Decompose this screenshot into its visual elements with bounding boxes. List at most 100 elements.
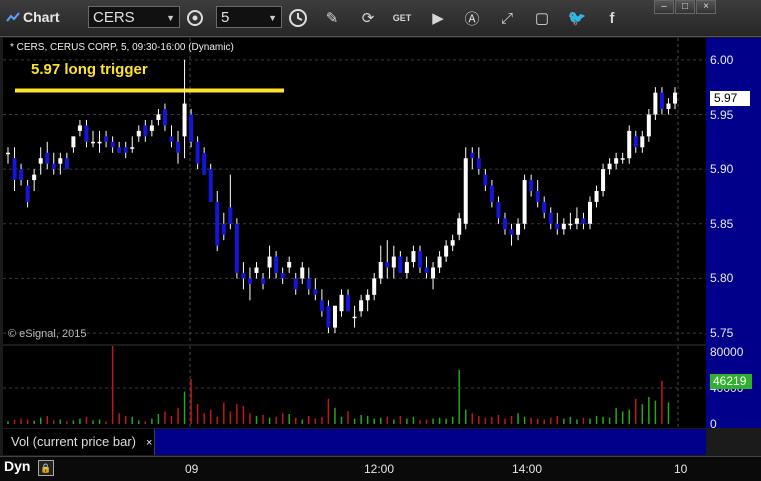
candle-body xyxy=(444,245,449,257)
dynamic-mode-label[interactable]: Dyn xyxy=(4,458,30,474)
candle-body xyxy=(25,185,30,202)
candle-body xyxy=(646,114,651,137)
interval-input[interactable]: 5 ▼ xyxy=(216,6,282,28)
candle-body xyxy=(365,294,370,301)
candle-body xyxy=(404,262,409,273)
candle-body xyxy=(457,218,462,235)
candle-body xyxy=(509,229,514,235)
clock-icon[interactable] xyxy=(286,6,310,30)
candle-body xyxy=(620,158,625,160)
candle-body xyxy=(555,223,560,230)
time-label: 14:00 xyxy=(512,462,543,476)
volume-pane[interactable] xyxy=(3,346,706,428)
play-icon[interactable]: ▶ xyxy=(426,6,450,30)
price-tick-label: 5.80 xyxy=(710,271,734,286)
get-icon[interactable]: GET xyxy=(390,6,414,30)
candle-body xyxy=(293,278,298,290)
candle-body xyxy=(215,201,220,246)
candle-body xyxy=(274,256,279,273)
candle-body xyxy=(627,130,632,159)
interval-value: 5 xyxy=(221,9,230,26)
symbol-input[interactable]: CERS ▼ xyxy=(88,6,180,28)
candle-body xyxy=(437,256,442,268)
candle-body xyxy=(640,136,645,148)
candle-body xyxy=(535,191,540,202)
candle-body xyxy=(6,152,10,155)
candle-body xyxy=(91,141,96,144)
refresh-icon[interactable]: ⟳ xyxy=(356,6,380,30)
copyright-text: © eSignal, 2015 xyxy=(8,328,87,340)
candle-body xyxy=(97,141,102,144)
facebook-icon[interactable]: f xyxy=(600,6,624,30)
twitter-icon[interactable]: 🐦 xyxy=(565,6,589,30)
candle-body xyxy=(77,125,82,131)
cursor-icon[interactable]: ⤢ xyxy=(495,6,519,30)
volume-tick-label: 80000 xyxy=(710,345,744,359)
price-chart[interactable]: * CERS, CERUS CORP, 5, 09:30-16:00 (Dyna… xyxy=(3,38,706,344)
candle-body xyxy=(417,251,422,268)
candle-body xyxy=(241,272,246,279)
candle-body xyxy=(424,267,429,273)
chart-header: * CERS, CERUS CORP, 5, 09:30-16:00 (Dyna… xyxy=(10,42,234,53)
candle-body xyxy=(104,136,109,142)
candle-body xyxy=(529,180,534,191)
candle-body xyxy=(489,185,494,202)
candle-body xyxy=(228,207,233,224)
volume-study-text: Vol (current price bar) xyxy=(11,434,136,449)
candle-body xyxy=(32,174,37,181)
gear-icon[interactable] xyxy=(183,6,207,30)
candle-body xyxy=(411,251,416,263)
time-axis[interactable]: Dyn 🔒 09 12:00 14:00 10 xyxy=(0,456,761,481)
candle-body xyxy=(182,103,187,137)
candle-body xyxy=(659,92,664,110)
candle-body xyxy=(339,294,344,312)
candle-body xyxy=(202,152,207,175)
candle-body xyxy=(601,169,606,191)
candle-body xyxy=(607,163,612,170)
candle-body xyxy=(110,141,115,148)
candle-body xyxy=(483,174,488,186)
pencil-icon[interactable]: ✎ xyxy=(320,6,344,30)
close-icon[interactable]: × xyxy=(146,430,152,456)
candle-body xyxy=(326,305,331,328)
candle-body xyxy=(476,158,481,170)
candle-body xyxy=(71,136,76,148)
candle-body xyxy=(313,289,318,295)
candle-body xyxy=(130,147,135,149)
symbol-value: CERS xyxy=(93,9,135,26)
chevron-down-icon[interactable]: ▼ xyxy=(268,7,277,29)
candle-body xyxy=(261,278,266,284)
window-title-text: Chart xyxy=(23,9,60,25)
price-tick-label: 5.95 xyxy=(710,107,734,122)
chat-icon[interactable]: ▢ xyxy=(530,6,554,30)
minimize-button[interactable]: – xyxy=(654,0,674,14)
a-icon[interactable]: Ⓐ xyxy=(460,6,484,30)
window-title: Chart xyxy=(6,9,60,25)
current-price-tag: 5.97 xyxy=(710,91,750,106)
candle-body xyxy=(385,262,390,268)
candle-body xyxy=(633,136,638,148)
candle-body xyxy=(673,92,677,104)
candle-body xyxy=(581,218,586,224)
candle-body xyxy=(516,223,521,235)
price-tick-label: 5.90 xyxy=(710,162,734,177)
candle-body xyxy=(574,218,579,224)
volume-canvas xyxy=(3,346,706,428)
candle-body xyxy=(176,141,181,153)
chevron-down-icon[interactable]: ▼ xyxy=(166,7,175,29)
price-chart-canvas xyxy=(3,38,706,344)
volume-study-label[interactable]: Vol (current price bar) × xyxy=(3,429,155,455)
candle-body xyxy=(123,147,128,153)
candle-body xyxy=(653,92,658,115)
candle-body xyxy=(136,130,141,137)
close-button[interactable]: × xyxy=(696,0,716,14)
price-tick-label: 6.00 xyxy=(710,52,734,67)
candle-body xyxy=(64,158,69,170)
current-volume-tag: 46219 xyxy=(710,374,752,389)
candle-body xyxy=(169,136,174,142)
restore-button[interactable]: □ xyxy=(675,0,695,14)
candle-body xyxy=(195,141,200,164)
lock-icon[interactable]: 🔒 xyxy=(38,460,54,476)
candle-body xyxy=(666,103,671,110)
candle-body xyxy=(614,158,619,164)
